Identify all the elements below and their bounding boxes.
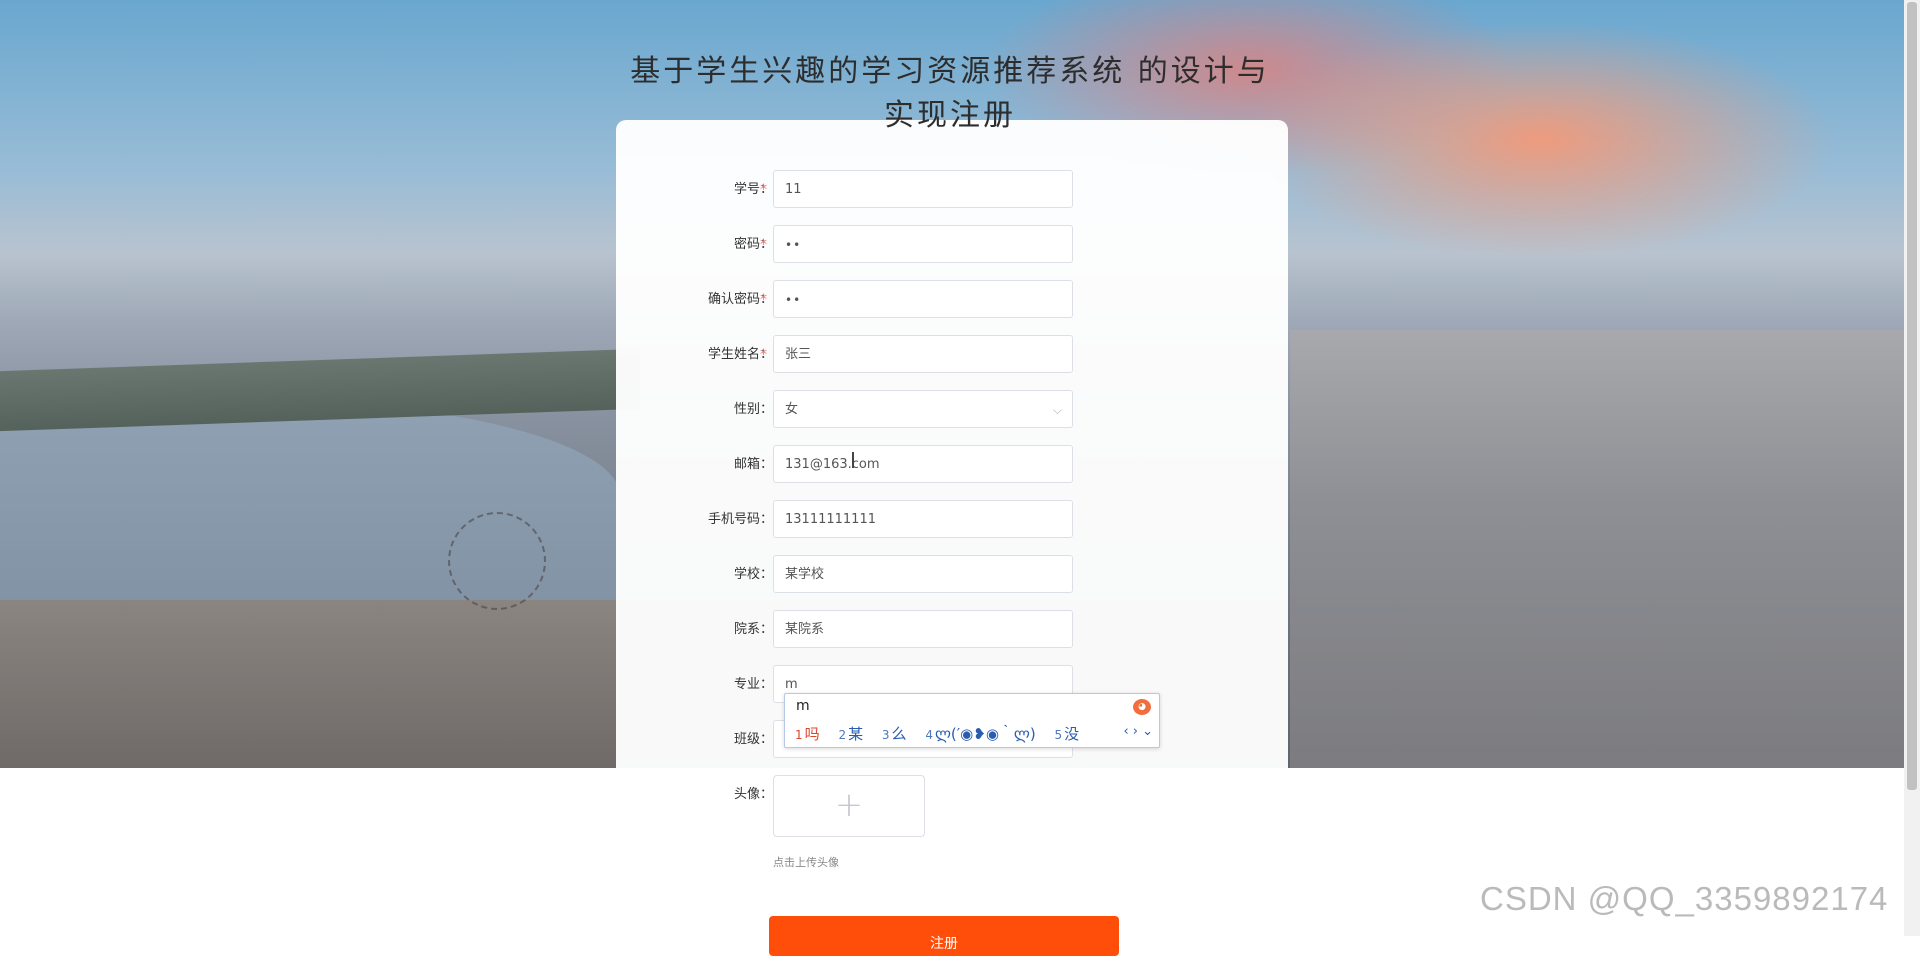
confirm-password-input[interactable]: •• <box>773 280 1073 318</box>
email-input[interactable]: 131@163.com <box>773 445 1073 483</box>
field-row-email: 邮箱： 131@163.com <box>616 445 1288 485</box>
watermark: CSDN @QQ_3359892174 <box>1480 880 1889 917</box>
field-label: 专业： <box>733 677 773 692</box>
background-shore <box>0 600 620 768</box>
field-row-phone: 手机号码： 13111111111 <box>616 500 1288 540</box>
ime-candidate-popup: m ◕ 1吗 2某 3么 4 ლ(′◉❥◉｀ლ) 5没 ‹ › ⌄ <box>784 693 1160 748</box>
field-row-confirm-password: 确认密码： * •• <box>616 280 1288 320</box>
background-city <box>1290 330 1920 768</box>
ime-candidate[interactable]: 1吗 <box>795 725 834 743</box>
ime-candidate[interactable]: 5没 <box>1055 725 1094 743</box>
page-title: 基于学生兴趣的学习资源推荐系统 的设计与实现注册 <box>630 54 1270 133</box>
school-input[interactable]: 某学校 <box>773 555 1073 593</box>
field-label: 性别： <box>733 402 773 417</box>
field-label: 班级： <box>733 732 773 747</box>
department-input[interactable]: 某院系 <box>773 610 1073 648</box>
field-label: 院系： <box>733 622 773 637</box>
field-label: 手机号码： <box>707 512 773 527</box>
field-row-avatar: 头像： + <box>616 775 1288 837</box>
field-row-student-id: 学号： * 11 <box>616 170 1288 210</box>
gender-select-value: 女 <box>785 402 799 417</box>
field-label: 学校： <box>733 567 773 582</box>
gender-select[interactable]: 女 ⌵ <box>773 390 1073 428</box>
password-input[interactable]: •• <box>773 225 1073 263</box>
vertical-scrollbar[interactable] <box>1904 0 1920 936</box>
field-row-password: 密码： * •• <box>616 225 1288 265</box>
required-mark: * <box>760 292 767 308</box>
student-id-input[interactable]: 11 <box>773 170 1073 208</box>
student-name-input[interactable]: 张三 <box>773 335 1073 373</box>
avatar-upload-hint: 点击上传头像 <box>773 856 839 869</box>
required-mark: * <box>760 237 767 253</box>
required-mark: * <box>760 347 767 363</box>
required-mark: * <box>760 182 767 198</box>
background-land <box>0 348 640 432</box>
register-button[interactable]: 注册 <box>769 916 1119 956</box>
chevron-down-icon: ⌵ <box>1052 403 1062 417</box>
background-ferris-wheel <box>448 512 546 610</box>
register-form: 学号： * 11 密码： * •• 确认密码： * •• 学生姓名： * 张三 … <box>616 120 1288 956</box>
field-label: 密码： <box>733 237 773 252</box>
field-label: 学号： <box>733 182 773 197</box>
avatar-upload[interactable]: + <box>773 775 925 837</box>
ime-page-nav[interactable]: ‹ › ⌄ <box>1123 724 1153 739</box>
ime-composition: m <box>796 698 810 714</box>
field-row-student-name: 学生姓名： * 张三 <box>616 335 1288 375</box>
ime-candidate[interactable]: 2某 <box>838 725 877 743</box>
field-label: 头像： <box>733 787 773 802</box>
text-cursor-icon <box>852 452 854 468</box>
ime-candidate[interactable]: 3么 <box>882 725 921 743</box>
field-label: 邮箱： <box>733 457 773 472</box>
field-row-department: 院系： 某院系 <box>616 610 1288 650</box>
ime-candidate[interactable]: 4 ლ(′◉❥◉｀ლ) <box>925 725 1049 743</box>
ime-candidate-list: 1吗 2某 3么 4 ლ(′◉❥◉｀ლ) 5没 <box>795 723 1093 744</box>
field-row-school: 学校： 某学校 <box>616 555 1288 595</box>
field-row-gender: 性别： 女 ⌵ <box>616 390 1288 430</box>
ime-logo-icon: ◕ <box>1133 699 1151 715</box>
scrollbar-thumb[interactable] <box>1907 2 1917 790</box>
plus-icon: + <box>834 785 864 825</box>
phone-input[interactable]: 13111111111 <box>773 500 1073 538</box>
